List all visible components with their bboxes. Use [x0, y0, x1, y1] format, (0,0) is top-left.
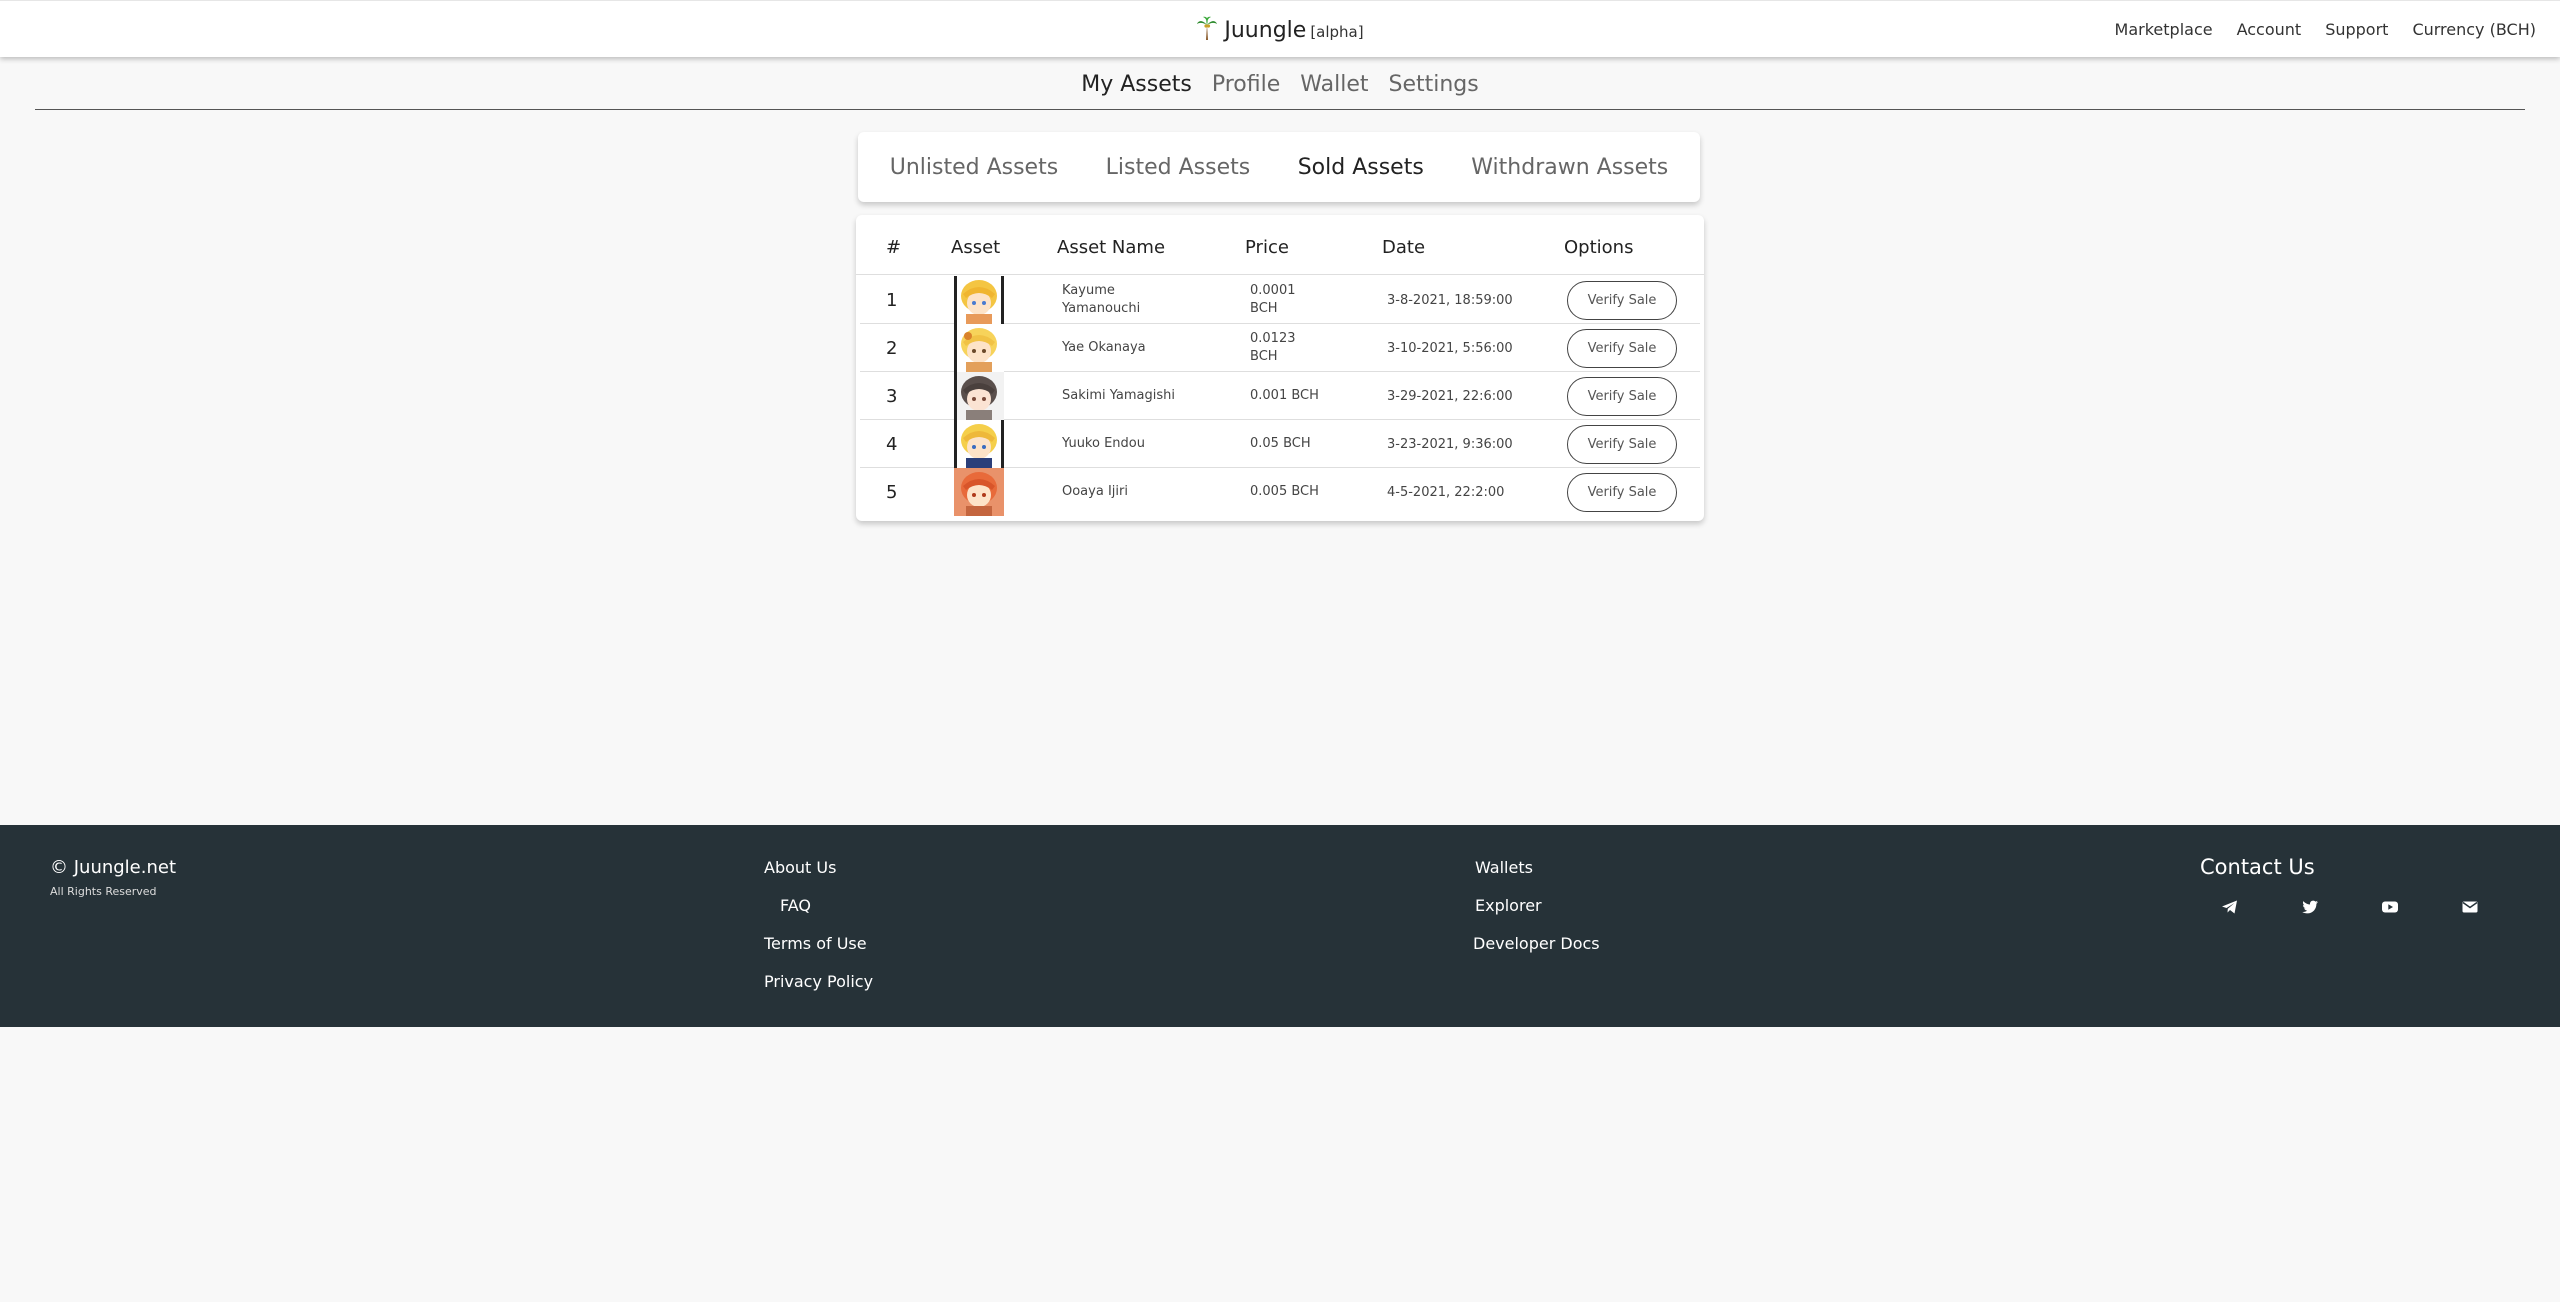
footer: © Juungle.net All Rights Reserved About …	[0, 825, 2560, 1027]
top-navbar: Juungle [alpha] Marketplace Account Suppo…	[0, 0, 2560, 57]
col-header-asset-name: Asset Name	[1057, 237, 1166, 258]
row-number: 4	[886, 433, 898, 455]
nav-account[interactable]: Account	[2237, 20, 2302, 39]
verify-sale-button[interactable]: Verify Sale	[1567, 328, 1677, 368]
sub-nav: My Assets Profile Wallet Settings	[0, 72, 2560, 97]
asset-thumbnail[interactable]	[954, 372, 1004, 420]
nav-currency[interactable]: Currency (BCH)	[2412, 20, 2536, 39]
options-cell: Verify Sale	[1567, 468, 1677, 516]
sale-date: 3-29-2021, 22:6:00	[1387, 388, 1513, 404]
nav-marketplace[interactable]: Marketplace	[2115, 20, 2213, 39]
subnav-profile[interactable]: Profile	[1212, 72, 1280, 97]
sold-assets-table: # Asset Asset Name Price Date Options 1 …	[856, 215, 1704, 521]
asset-image	[954, 276, 1004, 324]
table-row: 4 Yuuko Endou 0.05 BCH 3-23-2021, 9:36:0…	[860, 420, 1700, 468]
youtube-icon[interactable]	[2380, 897, 2400, 917]
asset-image	[954, 420, 1004, 468]
sale-date: 3-23-2021, 9:36:00	[1387, 436, 1513, 452]
sale-date: 3-10-2021, 5:56:00	[1387, 340, 1513, 356]
asset-thumbnail[interactable]	[954, 324, 1004, 372]
subnav-divider	[35, 109, 2525, 110]
footer-terms-of-use[interactable]: Terms of Use	[764, 934, 867, 953]
asset-name: Ooaya Ijiri	[1062, 484, 1128, 499]
table-row: 5 Ooaya Ijiri 0.005 BCH 4-5-2021, 22:2:0…	[860, 468, 1700, 516]
asset-name: Sakimi Yamagishi	[1062, 388, 1176, 403]
options-cell: Verify Sale	[1567, 324, 1677, 372]
verify-sale-button[interactable]: Verify Sale	[1567, 376, 1677, 416]
asset-price: 0.005 BCH	[1250, 484, 1319, 499]
asset-thumbnail[interactable]	[954, 468, 1004, 516]
row-number: 2	[886, 337, 898, 359]
footer-rights: All Rights Reserved	[50, 885, 157, 898]
footer-explorer[interactable]: Explorer	[1475, 896, 1542, 915]
table-row: 1 Kayume Yamanouchi 0.0001 BCH 3-8-2021,…	[860, 276, 1700, 324]
sale-date: 4-5-2021, 22:2:00	[1387, 484, 1505, 500]
footer-about-us[interactable]: About Us	[764, 858, 836, 877]
asset-thumbnail[interactable]	[954, 276, 1004, 324]
row-number: 5	[886, 481, 898, 503]
asset-image	[954, 372, 1004, 420]
palm-tree-icon	[1197, 16, 1218, 40]
email-icon[interactable]	[2460, 897, 2480, 917]
sale-date: 3-8-2021, 18:59:00	[1387, 292, 1513, 308]
asset-image	[954, 468, 1004, 516]
asset-name: Yae Okanaya	[1062, 340, 1146, 355]
telegram-icon[interactable]	[2220, 897, 2240, 917]
tab-unlisted-assets[interactable]: Unlisted Assets	[890, 155, 1058, 180]
tab-withdrawn-assets[interactable]: Withdrawn Assets	[1471, 155, 1668, 180]
asset-price: 0.0123 BCH	[1250, 331, 1296, 364]
footer-developer-docs[interactable]: Developer Docs	[1473, 934, 1600, 953]
options-cell: Verify Sale	[1567, 420, 1677, 468]
nav-support[interactable]: Support	[2325, 20, 2388, 39]
asset-image	[954, 324, 1004, 372]
col-header-options: Options	[1564, 237, 1634, 258]
asset-tabs: Unlisted Assets Listed Assets Sold Asset…	[858, 132, 1700, 202]
verify-sale-button[interactable]: Verify Sale	[1567, 424, 1677, 464]
col-header-asset: Asset	[951, 237, 1001, 258]
asset-name: Kayume Yamanouchi	[1062, 283, 1141, 316]
row-number: 3	[886, 385, 898, 407]
brand-name: Juungle	[1224, 18, 1307, 43]
footer-wallets[interactable]: Wallets	[1475, 858, 1533, 877]
table-header: # Asset Asset Name Price Date Options	[856, 215, 1704, 275]
twitter-icon[interactable]	[2300, 897, 2320, 917]
asset-name: Yuuko Endou	[1062, 436, 1145, 451]
table-row: 3 Sakimi Yamagishi 0.001 BCH 3-29-2021, …	[860, 372, 1700, 420]
verify-sale-button[interactable]: Verify Sale	[1567, 472, 1677, 512]
col-header-date: Date	[1382, 237, 1426, 258]
options-cell: Verify Sale	[1567, 372, 1677, 420]
asset-thumbnail[interactable]	[954, 420, 1004, 468]
subnav-my-assets[interactable]: My Assets	[1081, 72, 1192, 97]
footer-contact-title: Contact Us	[2200, 855, 2315, 879]
row-number: 1	[886, 289, 898, 311]
footer-copyright: © Juungle.net	[50, 857, 177, 878]
brand-tag: [alpha]	[1310, 23, 1364, 41]
footer-faq[interactable]: FAQ	[780, 896, 811, 915]
subnav-settings[interactable]: Settings	[1388, 72, 1478, 97]
col-header-price: Price	[1245, 237, 1289, 258]
col-header-number: #	[886, 237, 902, 258]
tab-sold-assets[interactable]: Sold Assets	[1298, 155, 1424, 180]
top-nav: Marketplace Account Support Currency (BC…	[2115, 20, 2536, 39]
table-row: 2 Yae Okanaya 0.0123 BCH 3-10-2021, 5:56…	[860, 324, 1700, 372]
asset-price: 0.001 BCH	[1250, 388, 1319, 403]
subnav-wallet[interactable]: Wallet	[1300, 72, 1368, 97]
verify-sale-button[interactable]: Verify Sale	[1567, 280, 1677, 320]
options-cell: Verify Sale	[1567, 276, 1677, 324]
tab-listed-assets[interactable]: Listed Assets	[1106, 155, 1251, 180]
asset-price: 0.05 BCH	[1250, 436, 1311, 451]
asset-price: 0.0001 BCH	[1250, 283, 1296, 316]
footer-privacy-policy[interactable]: Privacy Policy	[764, 972, 873, 991]
